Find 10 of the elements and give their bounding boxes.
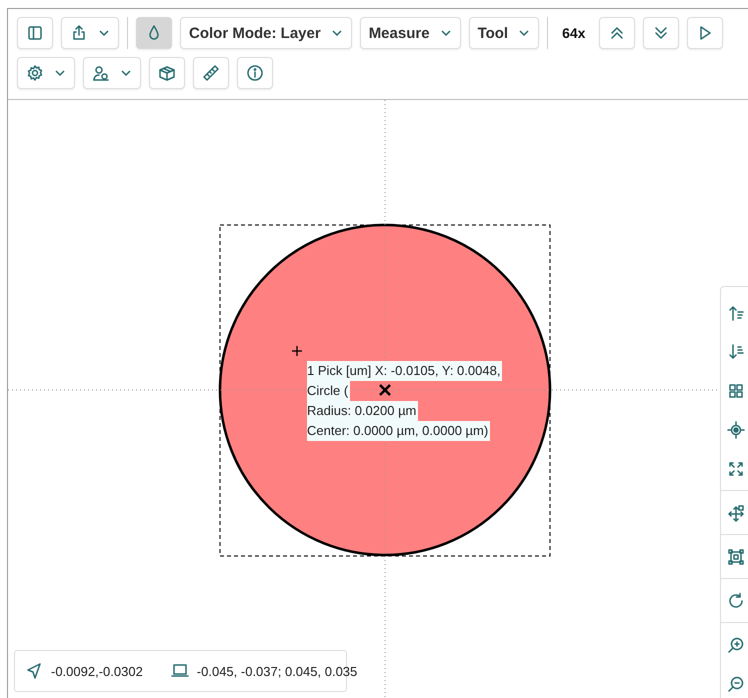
dropdown-button[interactable]: Tool	[468, 17, 540, 49]
measurement-text: Radius: 0.0200 µm	[307, 401, 418, 421]
dropdown-button[interactable]: Measure	[360, 17, 461, 49]
zoom-level: 64x	[561, 25, 586, 41]
measurement-text: Center: 0.0000 µm, 0.0000 µm)	[307, 421, 490, 441]
view-extent: -0.045, -0.037; 0.045, 0.035	[196, 664, 358, 678]
dropdown-button[interactable]: Color Mode: Layer	[180, 17, 352, 49]
cursor-coordinates: -0.0092,-0.0302	[51, 664, 143, 678]
measurement-text: Circle (	[307, 381, 350, 401]
measurement-text: 1 Pick [um] X: -0.0105, Y: 0.0048,	[307, 361, 502, 381]
